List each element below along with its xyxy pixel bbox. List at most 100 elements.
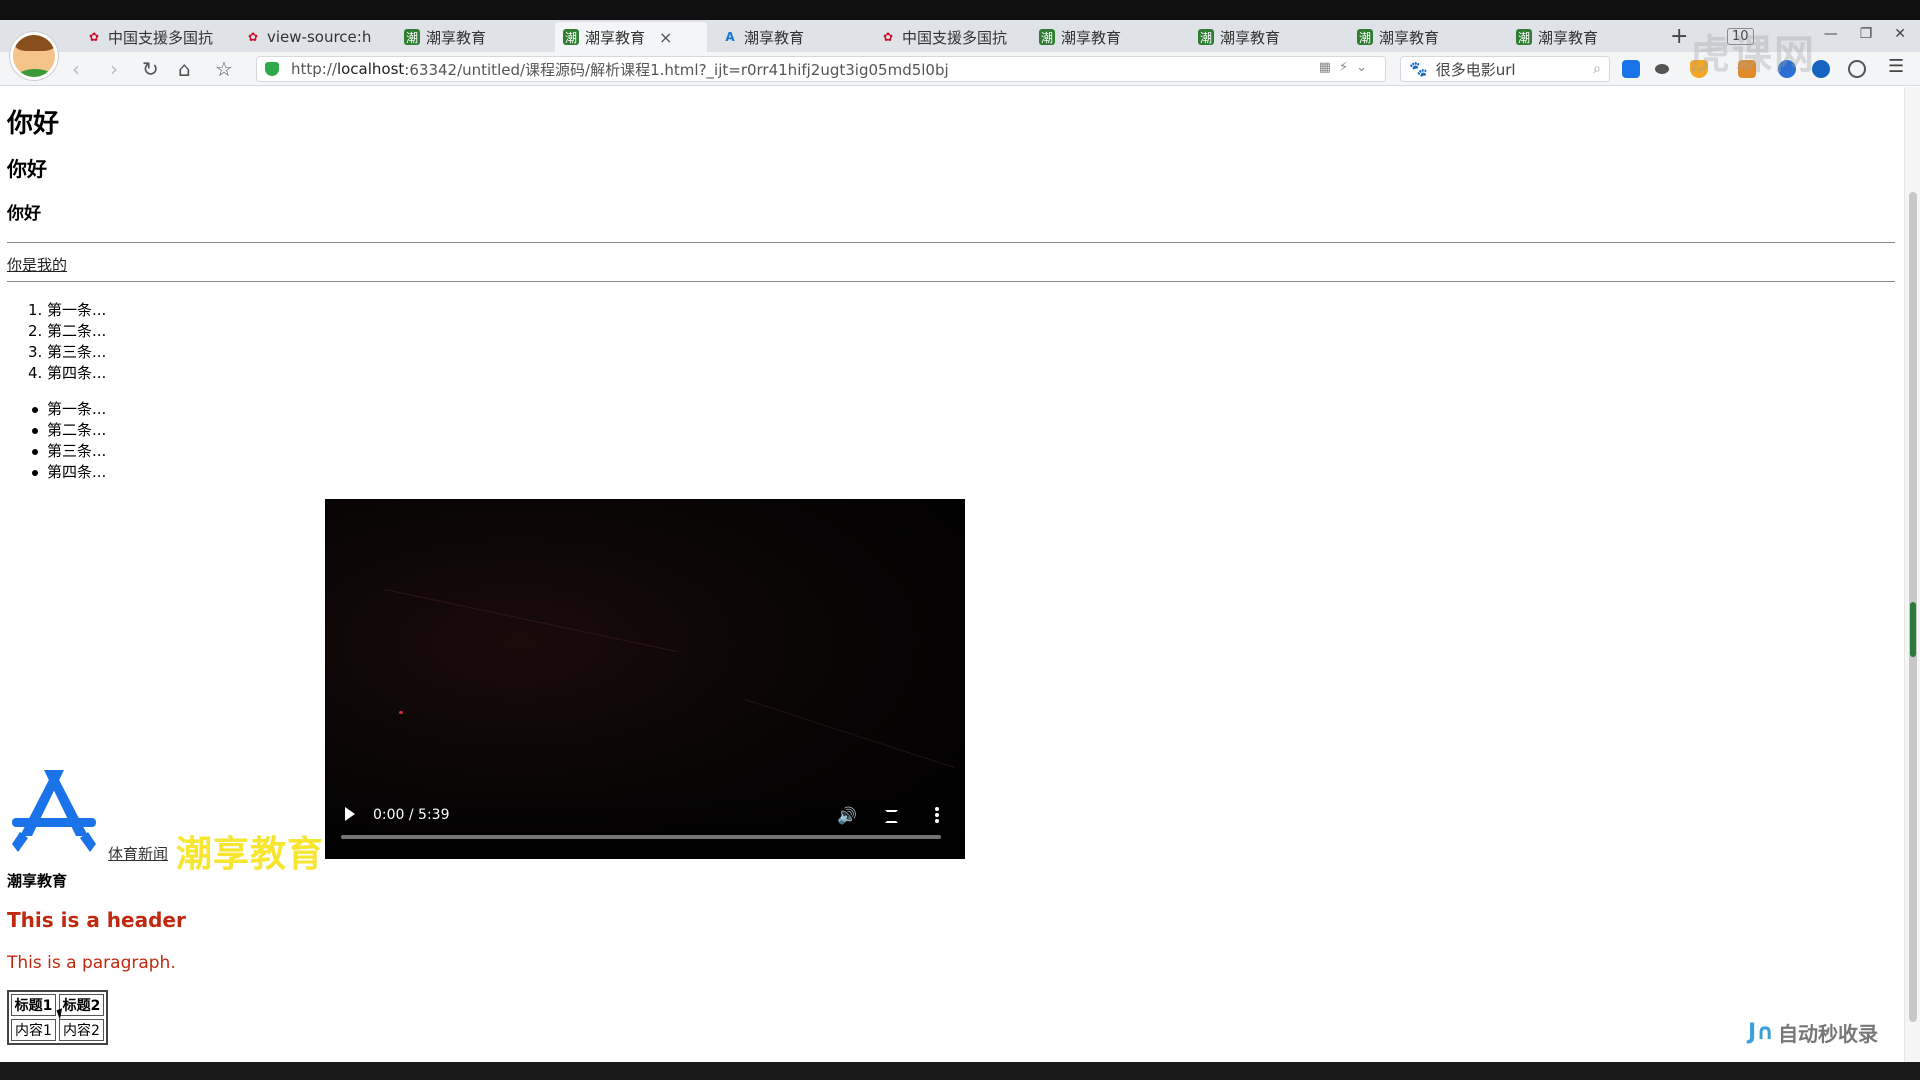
sports-news-link[interactable]: 体育新闻: [108, 843, 168, 864]
watermark-logo-icon: J∩: [1748, 1020, 1775, 1045]
more-options-icon[interactable]: [935, 805, 939, 825]
brand-image-text: 潮享教育: [176, 834, 325, 875]
video-time: 0:00 / 5:39: [373, 807, 450, 823]
tab-label: 中国支援多国抗: [902, 28, 1008, 47]
watermark-bottom: J∩ 自动秒收录: [1748, 1018, 1878, 1047]
tab-label: 潮享教育: [1379, 28, 1440, 47]
list-item: 3. 第三条...: [28, 343, 107, 361]
site-favicon-icon: 潮: [404, 29, 420, 45]
tab-5[interactable]: A 潮享教育: [714, 22, 864, 52]
tab-1[interactable]: ✿ 中国支援多国抗: [78, 22, 228, 52]
site-favicon-icon: 潮: [1198, 29, 1214, 45]
red-header: This is a header: [7, 908, 186, 932]
bookmark-star-icon[interactable]: ☆: [215, 57, 233, 81]
url-protocol: http://: [291, 60, 337, 78]
close-window-icon[interactable]: ✕: [1894, 26, 1906, 42]
list-item: 第三条...: [28, 441, 106, 462]
tab-label: 中国支援多国抗: [108, 28, 214, 47]
site-favicon-icon: 潮: [1039, 29, 1055, 45]
video-progress-bar[interactable]: [341, 835, 941, 839]
divider-bottom: [7, 281, 1895, 282]
huawei-favicon-icon: ✿: [88, 30, 100, 44]
page-scrollbar[interactable]: [1904, 87, 1920, 1062]
tab-3[interactable]: 潮 潮享教育: [396, 22, 546, 52]
heading-h3: 你好: [7, 204, 41, 224]
url-path: :63342/untitled/课程源码/解析课程1.html?_ijt=r0r…: [404, 60, 949, 79]
video-frame-dot: [399, 711, 403, 714]
tab-10[interactable]: 潮 潮享教育: [1508, 22, 1658, 52]
tab-2[interactable]: ✿ view-source:h: [237, 22, 387, 52]
tab-4-active[interactable]: 潮 潮享教育 ×: [555, 22, 707, 52]
video-frame-streak: [384, 589, 679, 653]
bold-text: 潮享教育: [7, 872, 68, 890]
translate-ext-icon[interactable]: [1622, 60, 1640, 78]
app-store-logo-icon: [12, 770, 96, 852]
tab-bar: ✿ 中国支援多国抗 ✿ view-source:h 潮 潮享教育 潮 潮享教育 …: [0, 20, 1920, 52]
tab-label: 潮享教育: [1061, 28, 1122, 47]
search-value: 很多电影url: [1435, 60, 1516, 79]
forward-icon[interactable]: ›: [110, 57, 118, 81]
watermark-top: 虎课网: [1690, 32, 1816, 78]
search-icon[interactable]: ⌕: [1593, 61, 1601, 77]
video-controls: 0:00 / 5:39 🔊: [325, 789, 965, 859]
browser-window: ✿ 中国支援多国抗 ✿ view-source:h 潮 潮享教育 潮 潮享教育 …: [0, 0, 1920, 1080]
menu-icon[interactable]: ☰: [1888, 56, 1906, 77]
list-item: 第二条...: [28, 420, 106, 441]
minimize-icon[interactable]: —: [1824, 26, 1838, 42]
glasses-ext-icon[interactable]: [1655, 64, 1669, 74]
qr-lightning-chevron-icons[interactable]: ▦⚡⌄: [1319, 60, 1375, 75]
watermark-text: 自动秒收录: [1778, 1022, 1879, 1046]
tab-label: 潮享教育: [585, 28, 646, 47]
reload-icon[interactable]: ↻: [142, 57, 159, 81]
scroll-marker: [1910, 602, 1916, 657]
page-content: 你好 你好 你好 你是我的 1. 第一条... 2. 第二条... 3. 第三条...…: [0, 87, 1904, 1062]
table-header: 标题2: [59, 994, 104, 1016]
list-item: 第一条...: [28, 399, 106, 420]
divider-top: [7, 242, 1895, 243]
site-favicon-icon: 潮: [563, 29, 579, 45]
address-bar[interactable]: http:// localhost :63342/untitled/课程源码/解…: [256, 56, 1386, 82]
heading-h1: 你好: [7, 109, 60, 139]
text-link[interactable]: 你是我的: [7, 254, 67, 275]
list-item: 2. 第二条...: [28, 322, 107, 340]
site-favicon-icon: 潮: [1516, 29, 1532, 45]
home-icon[interactable]: ⌂: [178, 57, 191, 81]
window-controls: — ❐ ✕: [1824, 26, 1906, 42]
tab-label: 潮享教育: [1220, 28, 1281, 47]
tab-8[interactable]: 潮 潮享教育: [1190, 22, 1340, 52]
close-tab-icon[interactable]: ×: [659, 28, 672, 47]
list-item: 4. 第四条...: [28, 364, 107, 382]
maximize-icon[interactable]: ❐: [1860, 26, 1873, 42]
back-icon[interactable]: ‹: [72, 57, 80, 81]
table-header: 标题1: [11, 994, 56, 1016]
table-cell: 内容1: [11, 1019, 56, 1041]
fullscreen-icon[interactable]: [885, 810, 898, 823]
heading-h2: 你好: [7, 157, 47, 181]
list-item: 第四条...: [28, 462, 106, 483]
huawei-favicon-icon: ✿: [247, 30, 259, 44]
bottom-strip: [0, 1062, 1920, 1080]
play-icon[interactable]: [345, 807, 355, 821]
tab-label: 潮享教育: [426, 28, 487, 47]
volume-icon[interactable]: 🔊: [837, 806, 857, 825]
tab-7[interactable]: 潮 潮享教育: [1031, 22, 1181, 52]
user-avatar[interactable]: [10, 32, 58, 80]
tab-label: view-source:h: [267, 28, 372, 46]
new-tab-icon[interactable]: +: [1670, 24, 1688, 49]
avatar-hair: [15, 35, 55, 51]
data-table: 标题1 标题2 内容1 内容2: [7, 990, 108, 1045]
tab-label: 潮享教育: [744, 28, 805, 47]
secure-shield-icon: [265, 62, 279, 76]
red-paragraph: This is a paragraph.: [7, 953, 176, 973]
table-cell: 内容2: [59, 1019, 104, 1041]
baidu-paw-icon: 🐾: [1409, 60, 1428, 78]
site-favicon-icon: 潮: [1357, 29, 1373, 45]
huawei-favicon-icon: ✿: [882, 30, 894, 44]
tab-9[interactable]: 潮 潮享教育: [1349, 22, 1499, 52]
search-input[interactable]: 🐾 很多电影url ⌕: [1400, 56, 1610, 82]
list-item: 1. 第一条...: [28, 301, 107, 319]
tab-6[interactable]: ✿ 中国支援多国抗: [872, 22, 1022, 52]
appstore-favicon-icon: A: [725, 30, 735, 44]
video-player[interactable]: 0:00 / 5:39 🔊: [325, 499, 965, 859]
undo-ext-icon[interactable]: [1848, 60, 1866, 78]
